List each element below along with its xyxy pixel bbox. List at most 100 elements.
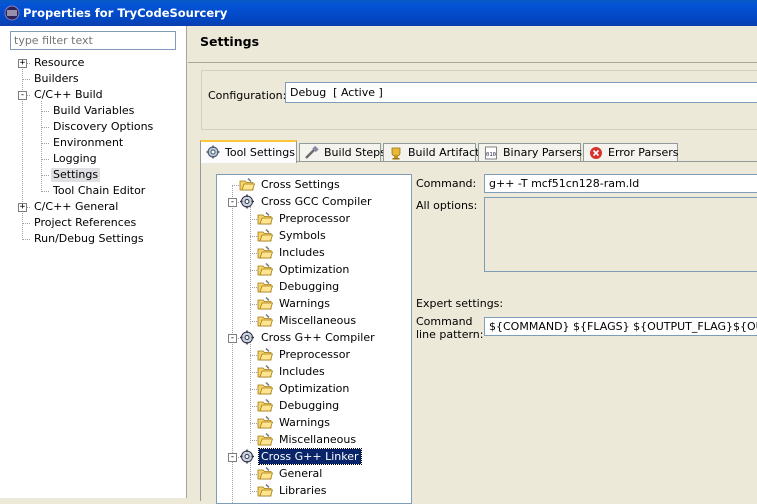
tool-tree-item-label: Debugging xyxy=(279,280,340,293)
tree-item-builders[interactable]: Builders xyxy=(32,72,81,86)
configuration-label: Configuration: xyxy=(208,89,287,102)
tree-connector xyxy=(41,127,49,128)
tab-binary-parsers[interactable]: 010 Binary Parsers xyxy=(478,143,582,162)
command-line-pattern-label-2: line pattern: xyxy=(416,328,484,341)
tool-tree-item-warnings[interactable]: Warnings xyxy=(217,296,411,311)
option-category-icon xyxy=(257,279,273,293)
tool-tree-item-general[interactable]: General xyxy=(217,466,411,481)
command-label: Command: xyxy=(416,177,477,190)
tool-tree-item-cross-g-compiler[interactable]: Cross G++ Compiler xyxy=(217,330,411,345)
tab-label: Error Parsers xyxy=(608,146,679,159)
tool-tree-item-debugging[interactable]: Debugging xyxy=(217,398,411,413)
tool-tree-item-includes[interactable]: Includes xyxy=(217,364,411,379)
option-category-icon xyxy=(257,296,273,310)
eclipse-icon xyxy=(4,5,20,21)
tool-tree-item-label: Preprocessor xyxy=(279,348,351,361)
title-separator xyxy=(188,62,757,63)
tool-tree-item-label: Cross Settings xyxy=(261,178,340,191)
option-category-icon xyxy=(257,483,273,497)
tool-gear-icon xyxy=(240,330,254,345)
option-category-icon xyxy=(239,177,255,191)
tree-item-c-c-build[interactable]: C/C++ Build xyxy=(32,88,105,102)
tool-tree-item-optimization[interactable]: Optimization xyxy=(217,262,411,277)
option-category-icon xyxy=(257,398,273,412)
tree-item-run-debug-settings[interactable]: Run/Debug Settings xyxy=(32,232,146,246)
properties-navigation-pane: + Resource Builders-C/C++ Build Build Varia… xyxy=(0,26,187,498)
command-input[interactable]: g++ -T mcf51cn128-ram.ld xyxy=(484,174,757,193)
collapse-icon[interactable]: - xyxy=(18,91,27,100)
option-category-icon xyxy=(257,347,273,361)
tab-label: Tool Settings xyxy=(225,146,295,159)
option-category-icon xyxy=(257,228,273,242)
tool-tree-item-libraries[interactable]: Libraries xyxy=(217,483,411,498)
tab-label: Binary Parsers xyxy=(503,146,582,159)
tool-tree-item-includes[interactable]: Includes xyxy=(217,245,411,260)
tool-gear-icon xyxy=(240,449,254,464)
tool-settings-tree: Cross Settings - Cross GCC Compiler Preproc… xyxy=(216,174,412,504)
tool-tree-item-label: Miscellaneous xyxy=(279,433,357,446)
tool-tree-item-label: Optimization xyxy=(279,263,350,276)
expand-icon[interactable]: + xyxy=(18,59,27,68)
error-icon xyxy=(590,147,602,159)
tree-connector xyxy=(41,175,49,176)
tree-connector xyxy=(41,159,49,160)
tree-connector xyxy=(41,111,49,112)
tree-item-project-references[interactable]: Project References xyxy=(32,216,138,230)
tree-connector xyxy=(22,223,30,224)
tree-item-c-c-general[interactable]: C/C++ General xyxy=(32,200,120,214)
option-category-icon xyxy=(257,211,273,225)
tree-item-logging[interactable]: Logging xyxy=(51,152,99,166)
tree-item-settings[interactable]: Settings xyxy=(51,168,101,182)
tool-tree-item-label: Includes xyxy=(279,365,325,378)
tree-connector xyxy=(22,239,30,240)
settings-tabs: Tool Settings Build Steps Build Artifact… xyxy=(200,140,757,163)
tool-tree-item-debugging[interactable]: Debugging xyxy=(217,279,411,294)
tab-label: Build Steps xyxy=(324,146,386,159)
option-category-icon xyxy=(257,381,273,395)
option-category-icon xyxy=(257,262,273,276)
command-line-pattern-input[interactable]: ${COMMAND} ${FLAGS} ${OUTPUT_FLAG}${OUTP… xyxy=(484,317,757,336)
tool-tree-item-label: Warnings xyxy=(279,297,330,310)
tool-tree-item-preprocessor[interactable]: Preprocessor xyxy=(217,211,411,226)
tree-item-build-variables[interactable]: Build Variables xyxy=(51,104,136,118)
all-options-textarea[interactable] xyxy=(484,197,757,272)
tree-item-environment[interactable]: Environment xyxy=(51,136,125,150)
artifact-icon xyxy=(391,147,401,160)
option-category-icon xyxy=(257,415,273,429)
tool-tree-item-label: Miscellaneous xyxy=(279,314,357,327)
tool-tree-item-warnings[interactable]: Warnings xyxy=(217,415,411,430)
settings-page: Settings Configuration: Debug [ Active ]… xyxy=(188,26,757,504)
tool-tree-item-miscellaneous[interactable]: Miscellaneous xyxy=(217,313,411,328)
expand-icon[interactable]: + xyxy=(18,203,27,212)
option-category-icon xyxy=(257,432,273,446)
expert-settings-label: Expert settings: xyxy=(416,297,504,310)
tool-tree-item-optimization[interactable]: Optimization xyxy=(217,381,411,396)
tab-build-artifact[interactable]: Build Artifact xyxy=(383,143,480,162)
tool-tree-item-label: Libraries xyxy=(279,484,327,497)
tool-tree-item-label: Optimization xyxy=(279,382,350,395)
tool-tree-item-cross-settings[interactable]: Cross Settings xyxy=(217,177,411,192)
option-category-icon xyxy=(257,245,273,259)
all-options-label: All options: xyxy=(416,199,478,212)
command-line-pattern-label: Command xyxy=(416,315,473,328)
tool-tree-item-symbols[interactable]: Symbols xyxy=(217,228,411,243)
tool-tree-item-preprocessor[interactable]: Preprocessor xyxy=(217,347,411,362)
tab-build-steps[interactable]: Build Steps xyxy=(299,143,386,162)
gear-icon xyxy=(206,145,220,159)
tool-tree-item-label: Debugging xyxy=(279,399,340,412)
tool-tree-item-label: Symbols xyxy=(279,229,326,242)
tab-tool-settings[interactable]: Tool Settings xyxy=(200,140,297,163)
tab-label: Build Artifact xyxy=(408,146,480,159)
tool-tree-item-cross-g-linker[interactable]: Cross G++ Linker xyxy=(217,448,411,465)
svg-text:010: 010 xyxy=(486,152,496,158)
tool-tree-item-label: Includes xyxy=(279,246,325,259)
tree-item-resource[interactable]: Resource xyxy=(32,56,86,70)
tab-error-parsers[interactable]: Error Parsers xyxy=(583,143,678,162)
tool-tree-item-cross-gcc-compiler[interactable]: Cross GCC Compiler xyxy=(217,194,411,209)
window-title: Properties for TryCodeSourcery xyxy=(23,6,228,20)
tree-item-tool-chain-editor[interactable]: Tool Chain Editor xyxy=(51,184,147,198)
tool-tree-item-miscellaneous[interactable]: Miscellaneous xyxy=(217,432,411,447)
tree-item-discovery-options[interactable]: Discovery Options xyxy=(51,120,155,134)
configuration-select[interactable]: Debug [ Active ] xyxy=(285,82,757,103)
option-category-icon xyxy=(257,313,273,327)
